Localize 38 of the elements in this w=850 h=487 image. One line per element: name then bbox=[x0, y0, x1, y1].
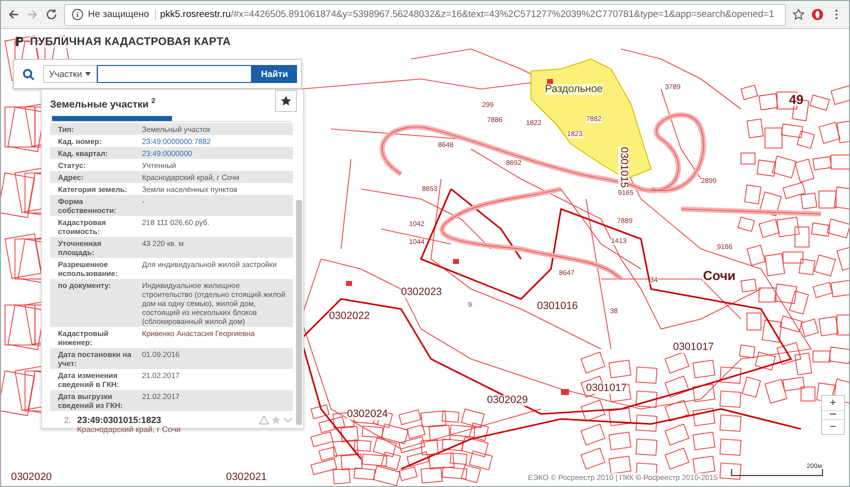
item-index: 2. bbox=[64, 415, 72, 427]
map-label: 0302029 bbox=[487, 395, 528, 406]
map-label: 0301015 bbox=[618, 147, 629, 188]
scrollbar[interactable] bbox=[296, 200, 302, 425]
map-label: 0302020 bbox=[11, 472, 52, 482]
map-label: 0301017 bbox=[673, 342, 714, 352]
star-icon[interactable] bbox=[271, 415, 281, 425]
cadastral-number[interactable]: 23:49:0301015:1823 bbox=[77, 415, 253, 425]
map-label: 0302021 bbox=[226, 472, 267, 482]
back-icon[interactable] bbox=[7, 8, 20, 21]
results-title: Земельные участки $^{2}$ bbox=[50, 98, 156, 110]
search-button[interactable]: Найти bbox=[252, 65, 297, 83]
item-address: Краснодарский край, г Сочи bbox=[77, 425, 182, 434]
info-icon[interactable] bbox=[71, 8, 84, 21]
map-label: 0301016 bbox=[537, 301, 578, 312]
url-host: pkk5.rosreestr.ru bbox=[160, 9, 231, 20]
logo-icon bbox=[13, 35, 26, 48]
search-field[interactable] bbox=[97, 65, 252, 83]
star-icon bbox=[280, 95, 292, 107]
app-title: ПУБЛИЧНАЯ КАДАСТРОВАЯ КАРТА bbox=[30, 36, 231, 48]
map-label: 0302022 bbox=[329, 311, 370, 322]
category-dropdown[interactable]: Участки bbox=[43, 65, 97, 83]
map-label: 0302024 bbox=[347, 409, 388, 420]
security-label: Не защищено bbox=[88, 9, 156, 20]
tab[interactable] bbox=[52, 116, 172, 122]
map-label: 49 bbox=[789, 93, 804, 106]
map-label: Сочи bbox=[703, 269, 736, 282]
address-bar[interactable]: Не защищено pkk5.rosreestr.ru/#x=4426505.891061874&y=5398967.56248032&z=16&text=43%2C571277%2039%2C770781&type=1&app=search&opened=1 bbox=[64, 4, 786, 26]
url-path: /#x=4426505.891061874&y=5398967.56248032&z=16&text=43%2C571277%2039%2C770781&type=1&app=search&opened=1 bbox=[230, 9, 774, 20]
favorite-button[interactable] bbox=[275, 90, 297, 112]
map-label: 0302023 bbox=[401, 287, 442, 298]
browser-logo-icon[interactable] bbox=[811, 8, 824, 21]
bookmark-star-icon[interactable] bbox=[792, 8, 805, 21]
reload-icon[interactable] bbox=[45, 8, 58, 21]
map-label: Раздольное bbox=[545, 84, 603, 94]
map-label: 0301017 bbox=[586, 383, 627, 394]
search-icon[interactable] bbox=[22, 68, 35, 80]
caret-icon bbox=[85, 72, 91, 76]
